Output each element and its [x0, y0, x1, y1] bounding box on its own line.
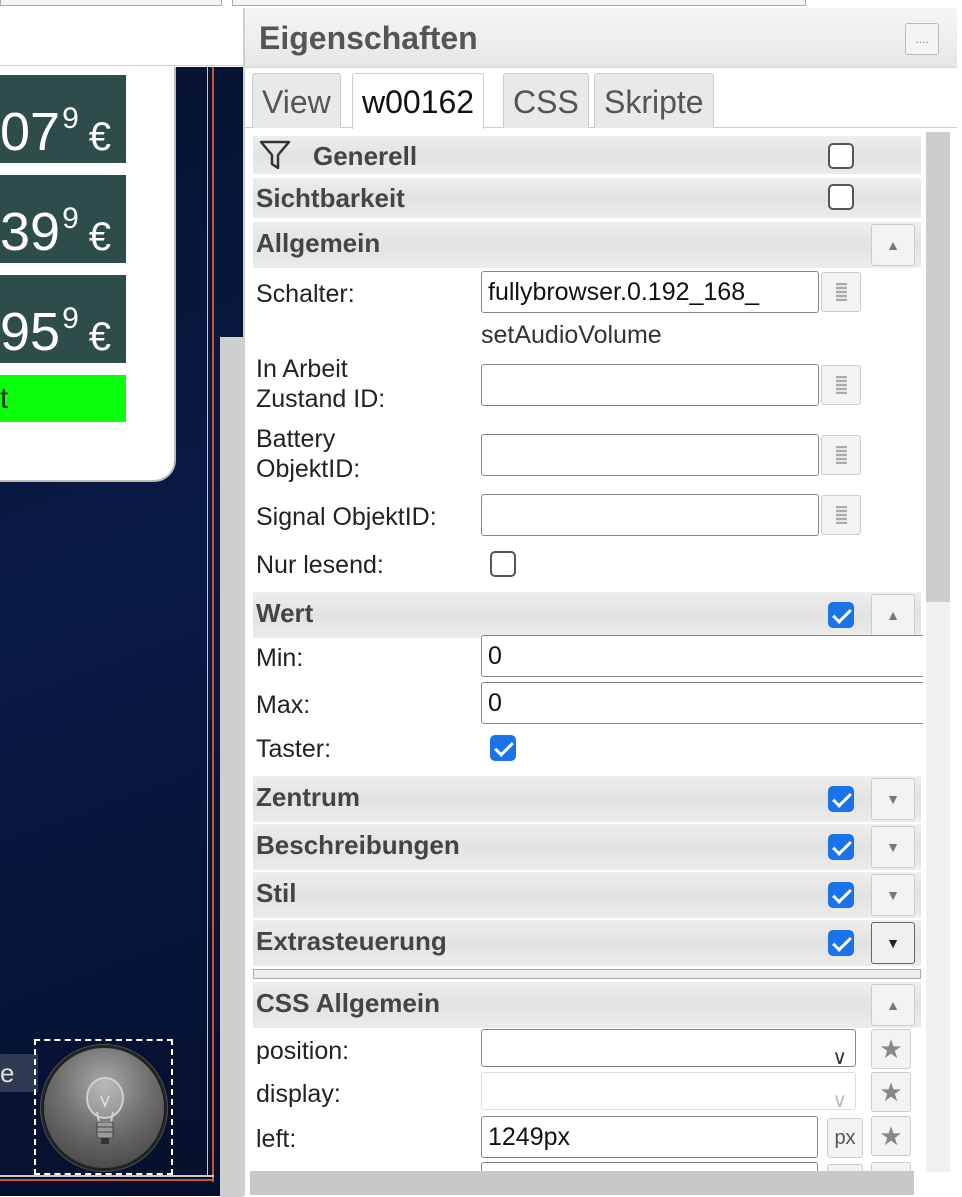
sichtbarkeit-checkbox[interactable]	[828, 184, 854, 210]
panel-horizontal-scrollbar[interactable]	[250, 1171, 914, 1195]
group-zentrum[interactable]: Zentrum ▼	[253, 776, 921, 822]
wert-checkbox[interactable]	[828, 602, 854, 628]
view-canvas[interactable]: 079 € 399 € 959 € t e	[0, 67, 243, 1197]
lightbulb-icon	[86, 1077, 124, 1144]
battery-input[interactable]	[481, 434, 819, 476]
schalter-hint: setAudioVolume	[481, 321, 662, 349]
taster-label: Taster:	[256, 735, 332, 763]
group-title: Stil	[256, 878, 297, 908]
left-input[interactable]: 1249px	[481, 1116, 818, 1158]
tab-css[interactable]: CSS	[503, 73, 589, 128]
star-icon[interactable]: ★	[871, 1029, 911, 1069]
star-icon[interactable]: ★	[871, 1116, 911, 1156]
group-allgemein[interactable]: Allgemein ▲	[253, 222, 921, 268]
editor-top-strip	[0, 0, 243, 66]
widget-border	[207, 67, 208, 1177]
canvas-scrollbar[interactable]	[220, 337, 243, 1197]
select-object-button[interactable]	[821, 495, 861, 535]
group-title: Extrasteuerung	[256, 926, 447, 956]
group-title: Zentrum	[256, 782, 360, 812]
expand-beschreibungen-button[interactable]: ▼	[871, 826, 915, 868]
nur-lesend-checkbox[interactable]	[490, 551, 516, 577]
price-tile: 399 €	[0, 175, 126, 263]
position-select[interactable]: ∨	[481, 1029, 856, 1067]
tab-widget[interactable]: w00162	[352, 73, 485, 129]
schalter-input[interactable]: fullybrowser.0.192_168_	[481, 271, 819, 313]
group-sichtbarkeit[interactable]: Sichtbarkeit	[253, 178, 921, 218]
signal-label: Signal ObjektID:	[256, 503, 437, 531]
in-arbeit-label: In Arbeit Zustand ID:	[256, 355, 386, 413]
collapse-css-allgemein-button[interactable]: ▲	[871, 984, 915, 1026]
chevron-down-icon: ∨	[832, 1047, 847, 1067]
min-label: Min:	[256, 644, 304, 672]
select-object-button[interactable]	[821, 272, 861, 312]
view-border	[0, 1179, 214, 1181]
scrollbar-thumb[interactable]	[926, 132, 950, 602]
group-title: Wert	[256, 598, 314, 628]
expand-stil-button[interactable]: ▼	[871, 874, 915, 916]
group-css-allgemein[interactable]: CSS Allgemein ▲	[253, 982, 921, 1028]
group-beschreibungen[interactable]: Beschreibungen ▼	[253, 824, 921, 870]
zentrum-checkbox[interactable]	[828, 786, 854, 812]
group-stil[interactable]: Stil ▼	[253, 872, 921, 918]
filter-icon[interactable]	[259, 139, 291, 171]
tab-view[interactable]: View	[252, 73, 341, 128]
nur-lesend-label: Nur lesend:	[256, 551, 384, 579]
lightbulb-button[interactable]	[41, 1045, 167, 1171]
green-status-button[interactable]: t	[0, 375, 126, 422]
beschreibungen-checkbox[interactable]	[828, 834, 854, 860]
panel-vertical-scrollbar[interactable]	[926, 132, 950, 1172]
panel-header: Eigenschaften ....	[245, 8, 957, 68]
group-extrasteuerung[interactable]: Extrasteuerung ▼	[253, 920, 921, 966]
select-object-button[interactable]	[821, 435, 861, 475]
selected-widget-bulb[interactable]	[34, 1039, 173, 1175]
group-title: Beschreibungen	[256, 830, 460, 860]
taster-checkbox[interactable]	[490, 735, 516, 761]
price-tile: 079 €	[0, 75, 126, 163]
max-input[interactable]: 0	[481, 682, 923, 724]
toolbar-edge	[0, 0, 222, 6]
toolbar-edge-right	[232, 0, 806, 6]
group-title: CSS Allgemein	[256, 988, 440, 1018]
collapse-allgemein-button[interactable]: ▲	[871, 224, 915, 266]
battery-label: Battery ObjektID:	[256, 425, 361, 483]
chevron-down-icon: ∨	[832, 1090, 847, 1110]
panel-tabs: View w00162 CSS Skripte	[245, 68, 957, 129]
display-select[interactable]: ∨	[481, 1072, 856, 1110]
position-label: position:	[256, 1037, 350, 1065]
tab-skripte[interactable]: Skripte	[594, 73, 714, 128]
max-label: Max:	[256, 691, 311, 719]
property-list: Generell Sichtbarkeit Allgemein ▲ Schalt…	[253, 132, 923, 1172]
collapse-wert-button[interactable]: ▲	[871, 594, 915, 636]
stil-checkbox[interactable]	[828, 882, 854, 908]
group-title: Generell	[313, 141, 418, 171]
panel-title: Eigenschaften	[259, 20, 478, 56]
widget-border	[0, 1175, 214, 1177]
min-input[interactable]: 0	[481, 635, 923, 677]
panel-menu-button[interactable]: ....	[905, 23, 939, 55]
group-wert[interactable]: Wert ▲	[253, 592, 921, 638]
display-label: display:	[256, 1080, 341, 1108]
partial-widget-label: e	[0, 1054, 38, 1092]
schalter-label: Schalter:	[256, 280, 355, 308]
group-title: Sichtbarkeit	[256, 183, 405, 213]
in-arbeit-input[interactable]	[481, 364, 819, 406]
select-object-button[interactable]	[821, 365, 861, 405]
expand-extrasteuerung-button[interactable]: ▼	[871, 922, 915, 964]
section-divider	[253, 969, 921, 979]
group-title: Allgemein	[256, 228, 381, 258]
extrasteuerung-checkbox[interactable]	[828, 930, 854, 956]
signal-input[interactable]	[481, 494, 819, 536]
star-icon[interactable]: ★	[871, 1072, 911, 1112]
group-generell[interactable]: Generell	[253, 136, 921, 174]
unit-button[interactable]: px	[827, 1118, 863, 1158]
expand-zentrum-button[interactable]: ▼	[871, 778, 915, 820]
properties-panel: Eigenschaften .... View w00162 CSS Skrip…	[243, 8, 962, 1196]
price-tile: 959 €	[0, 275, 126, 363]
generell-checkbox[interactable]	[828, 143, 854, 169]
left-label: left:	[256, 1125, 297, 1153]
view-border	[212, 67, 214, 1182]
price-card-widget[interactable]: 079 € 399 € 959 € t	[0, 67, 176, 482]
